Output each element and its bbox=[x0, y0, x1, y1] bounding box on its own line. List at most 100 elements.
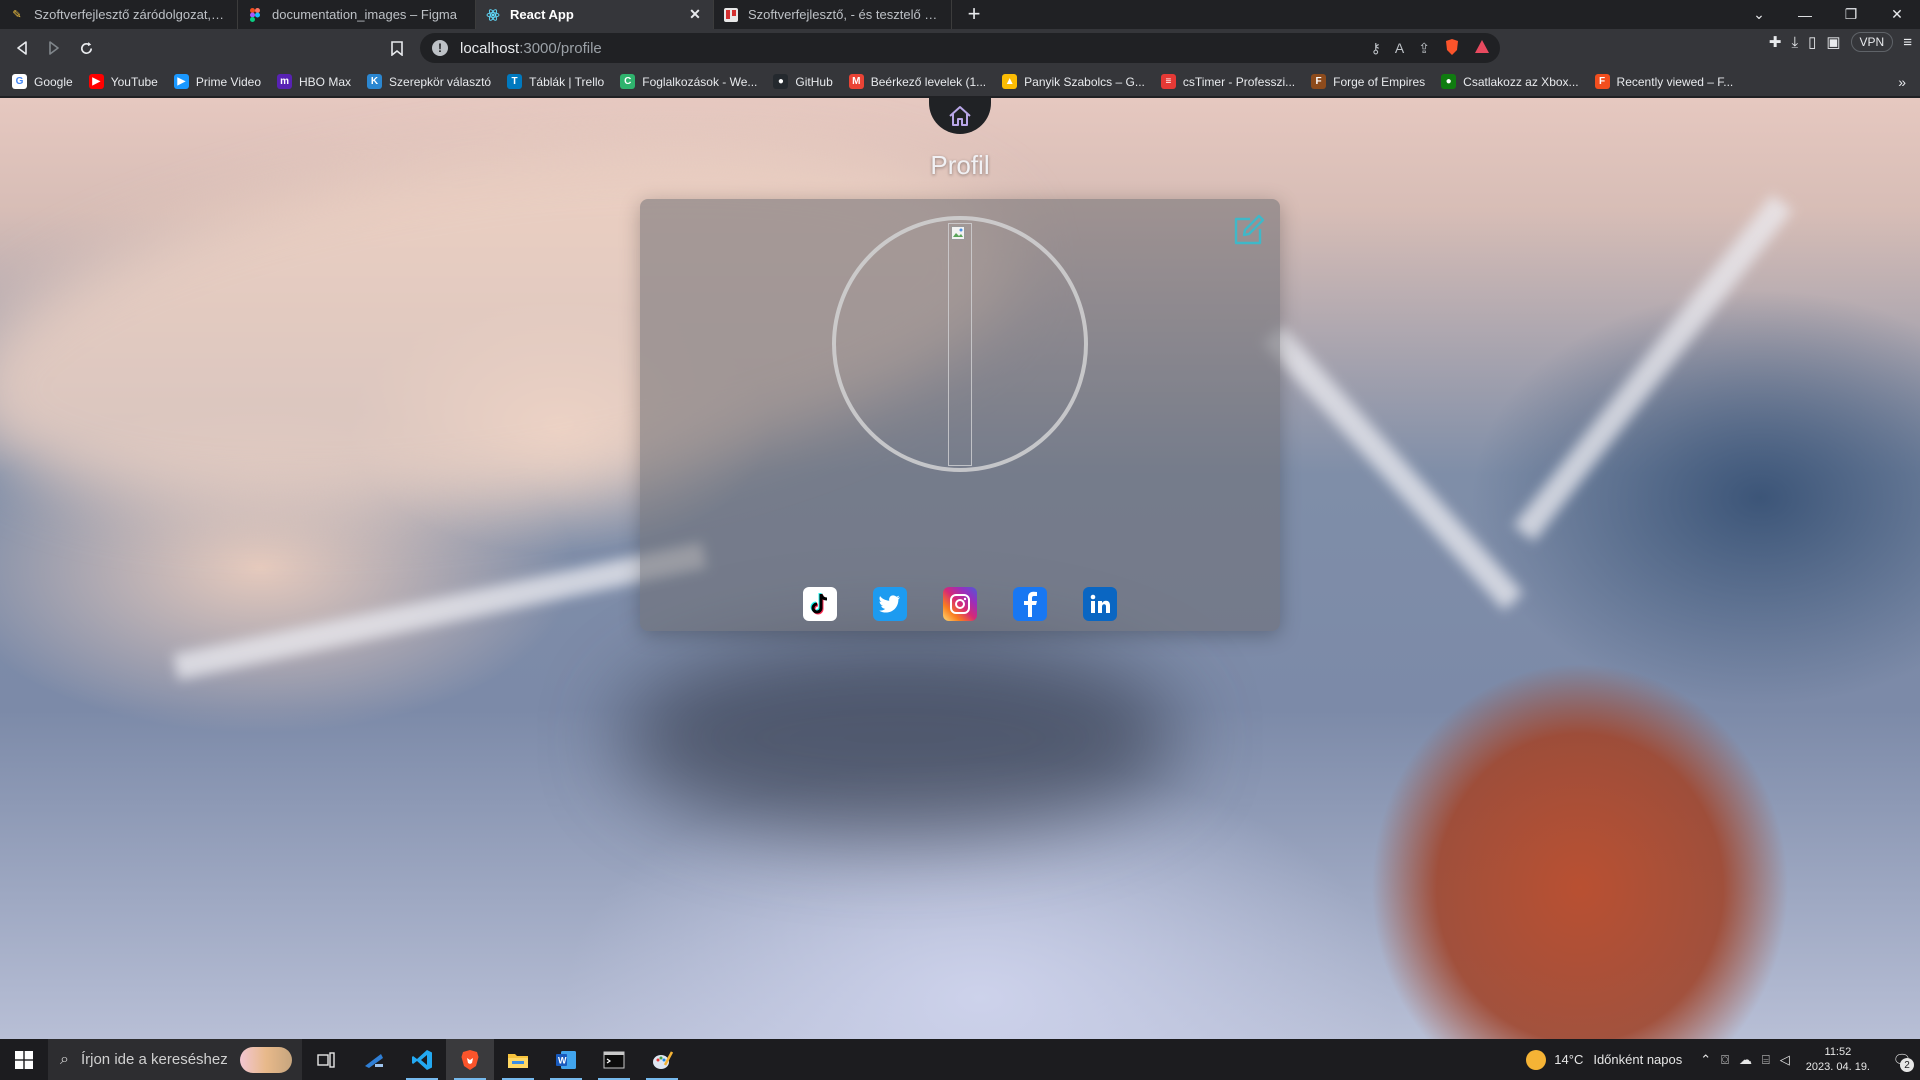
wallet-icon[interactable]: ▣ bbox=[1826, 33, 1840, 51]
bookmark-favicon-icon: ▶ bbox=[173, 74, 189, 89]
close-tab-icon[interactable]: ✕ bbox=[687, 6, 703, 23]
start-button[interactable] bbox=[0, 1039, 48, 1080]
people-app-icon[interactable] bbox=[350, 1039, 398, 1080]
weather-widget[interactable]: 14°C Időnként napos bbox=[1526, 1049, 1682, 1070]
bookmark-item[interactable]: G Google bbox=[12, 74, 73, 89]
home-icon bbox=[949, 106, 971, 126]
weather-temperature: 14°C bbox=[1554, 1052, 1584, 1067]
tab-0[interactable]: ✎ Szoftverfejlesztő záródolgozat, vizsga… bbox=[0, 0, 238, 29]
clock-time: 11:52 bbox=[1824, 1045, 1852, 1058]
translate-icon[interactable]: A bbox=[1395, 40, 1404, 56]
volume-icon[interactable]: ◁ bbox=[1780, 1052, 1790, 1068]
bookmark-label: HBO Max bbox=[299, 74, 352, 89]
onedrive-cloud-icon[interactable]: ☁ bbox=[1739, 1052, 1752, 1068]
new-tab-button[interactable]: + bbox=[960, 1, 988, 26]
brave-shield-icon[interactable] bbox=[1444, 38, 1460, 59]
chevron-up-icon[interactable]: ⌃ bbox=[1700, 1052, 1711, 1068]
instagram-icon[interactable] bbox=[943, 587, 977, 621]
clock[interactable]: 11:52 2023. 04. 19. bbox=[1806, 1045, 1870, 1075]
chevron-down-icon[interactable]: ⌄ bbox=[1736, 0, 1782, 29]
brave-rewards-icon[interactable] bbox=[1474, 39, 1490, 57]
bookmark-favicon-icon: ● bbox=[773, 74, 789, 89]
clock-date: 2023. 04. 19. bbox=[1805, 1060, 1870, 1073]
bookmark-label: Forge of Empires bbox=[1333, 74, 1426, 89]
background-court-line bbox=[1513, 194, 1793, 542]
tab-title: documentation_images – Figma bbox=[272, 7, 457, 22]
bookmark-label: Recently viewed – F... bbox=[1616, 74, 1734, 89]
download-icon[interactable]: ⤓ bbox=[1791, 34, 1798, 51]
extensions-icon[interactable]: ✚ bbox=[1769, 33, 1782, 51]
terminal-icon[interactable] bbox=[590, 1039, 638, 1080]
bookmark-item[interactable]: ● Csatlakozz az Xbox... bbox=[1441, 74, 1579, 89]
bookmark-item[interactable]: ≡ csTimer - Professzi... bbox=[1160, 74, 1295, 89]
bookmark-item[interactable]: m HBO Max bbox=[277, 74, 351, 89]
url-path: :3000/profile bbox=[519, 39, 602, 57]
bookmark-favicon-icon: ● bbox=[1441, 74, 1457, 89]
camera-icon[interactable]: ⌼ bbox=[1721, 1052, 1729, 1068]
bookmark-favicon-icon: ▲ bbox=[1002, 74, 1018, 89]
info-icon[interactable]: ! bbox=[432, 40, 448, 56]
home-button[interactable] bbox=[929, 98, 991, 134]
facebook-icon[interactable] bbox=[1013, 587, 1047, 621]
bookmark-item[interactable]: M Beérkező levelek (1... bbox=[848, 74, 987, 89]
minimize-icon[interactable]: — bbox=[1782, 0, 1828, 29]
bookmark-item[interactable]: ▲ Panyik Szabolcs – G... bbox=[1002, 74, 1145, 89]
paint-app-icon[interactable] bbox=[638, 1039, 686, 1080]
bookmark-favicon-icon: T bbox=[507, 74, 523, 89]
restore-icon[interactable]: ❐ bbox=[1828, 0, 1874, 29]
tiktok-icon[interactable] bbox=[803, 587, 837, 621]
network-icon[interactable]: ⌸ bbox=[1762, 1052, 1770, 1068]
search-highlight-image bbox=[240, 1047, 292, 1073]
avatar[interactable] bbox=[948, 223, 972, 466]
word-icon[interactable]: W bbox=[542, 1039, 590, 1080]
forward-icon[interactable] bbox=[38, 32, 70, 64]
bookmark-label: Beérkező levelek (1... bbox=[870, 74, 987, 89]
taskbar-search[interactable]: ⌕ Írjon ide a kereséshez bbox=[48, 1039, 302, 1080]
edit-icon[interactable] bbox=[1230, 213, 1266, 249]
linkedin-icon[interactable] bbox=[1083, 587, 1117, 621]
bookmarks-bar: G Google ▶ YouTube ▶ Prime Video m HBO Max K Szer… bbox=[0, 67, 1920, 97]
bookmark-label: Csatlakozz az Xbox... bbox=[1463, 74, 1579, 89]
bookmark-item[interactable]: C Foglalkozások - We... bbox=[620, 74, 757, 89]
bookmark-label: Foglalkozások - We... bbox=[642, 74, 758, 89]
sidebar-icon[interactable]: ▯ bbox=[1808, 33, 1816, 51]
bookmark-item[interactable]: F Recently viewed – F... bbox=[1594, 74, 1734, 89]
social-links bbox=[640, 587, 1280, 621]
bookmark-favicon-icon: C bbox=[620, 74, 636, 89]
twitter-icon[interactable] bbox=[873, 587, 907, 621]
bookmark-favicon-icon: F bbox=[1311, 74, 1327, 89]
brave-browser-icon[interactable] bbox=[446, 1039, 494, 1080]
task-view-icon[interactable] bbox=[302, 1039, 350, 1080]
tab-3[interactable]: Szoftverfejlesztő, - és tesztelő projekt… bbox=[714, 0, 952, 29]
tab-title: React App bbox=[510, 7, 574, 22]
bookmark-item[interactable]: ● GitHub bbox=[773, 74, 833, 89]
bookmark-label: Prime Video bbox=[195, 74, 262, 89]
tab-2[interactable]: React App ✕ bbox=[476, 0, 714, 29]
vscode-icon[interactable] bbox=[398, 1039, 446, 1080]
bookmark-item[interactable]: ▶ Prime Video bbox=[173, 74, 262, 89]
page-viewport: Profil bbox=[0, 98, 1920, 1039]
bookmark-item[interactable]: T Táblák | Trello bbox=[507, 74, 604, 89]
menu-icon[interactable]: ≡ bbox=[1903, 34, 1912, 51]
bookmark-favicon-icon: F bbox=[1594, 74, 1610, 89]
bookmark-item[interactable]: F Forge of Empires bbox=[1311, 74, 1425, 89]
notification-center-button[interactable]: 🗨 2 bbox=[1884, 1039, 1920, 1080]
bookmark-item[interactable]: K Szerepkör választó bbox=[367, 74, 491, 89]
browser-toolbar: ! localhost :3000/profile ⚷ A ⇪ ✚ ⤓ ▯ ▣ … bbox=[0, 29, 1920, 67]
bookmark-item[interactable]: ▶ YouTube bbox=[88, 74, 158, 89]
share-icon[interactable]: ⇪ bbox=[1418, 40, 1430, 57]
file-explorer-icon[interactable] bbox=[494, 1039, 542, 1080]
bookmark-favicon-icon: K bbox=[367, 74, 383, 89]
bookmark-favicon-icon: ▶ bbox=[88, 74, 104, 89]
bookmark-icon[interactable] bbox=[381, 32, 413, 64]
bookmarks-overflow-icon[interactable]: » bbox=[1898, 74, 1906, 90]
back-icon[interactable] bbox=[6, 32, 38, 64]
tab-1[interactable]: documentation_images – Figma bbox=[238, 0, 476, 29]
key-icon[interactable]: ⚷ bbox=[1371, 40, 1381, 57]
address-bar[interactable]: ! localhost :3000/profile ⚷ A ⇪ bbox=[420, 33, 1500, 63]
bookmark-favicon-icon: G bbox=[12, 74, 27, 89]
figma-icon bbox=[248, 7, 262, 22]
vpn-button[interactable]: VPN bbox=[1850, 32, 1894, 52]
close-window-icon[interactable]: ✕ bbox=[1874, 0, 1920, 29]
reload-icon[interactable] bbox=[70, 32, 102, 64]
